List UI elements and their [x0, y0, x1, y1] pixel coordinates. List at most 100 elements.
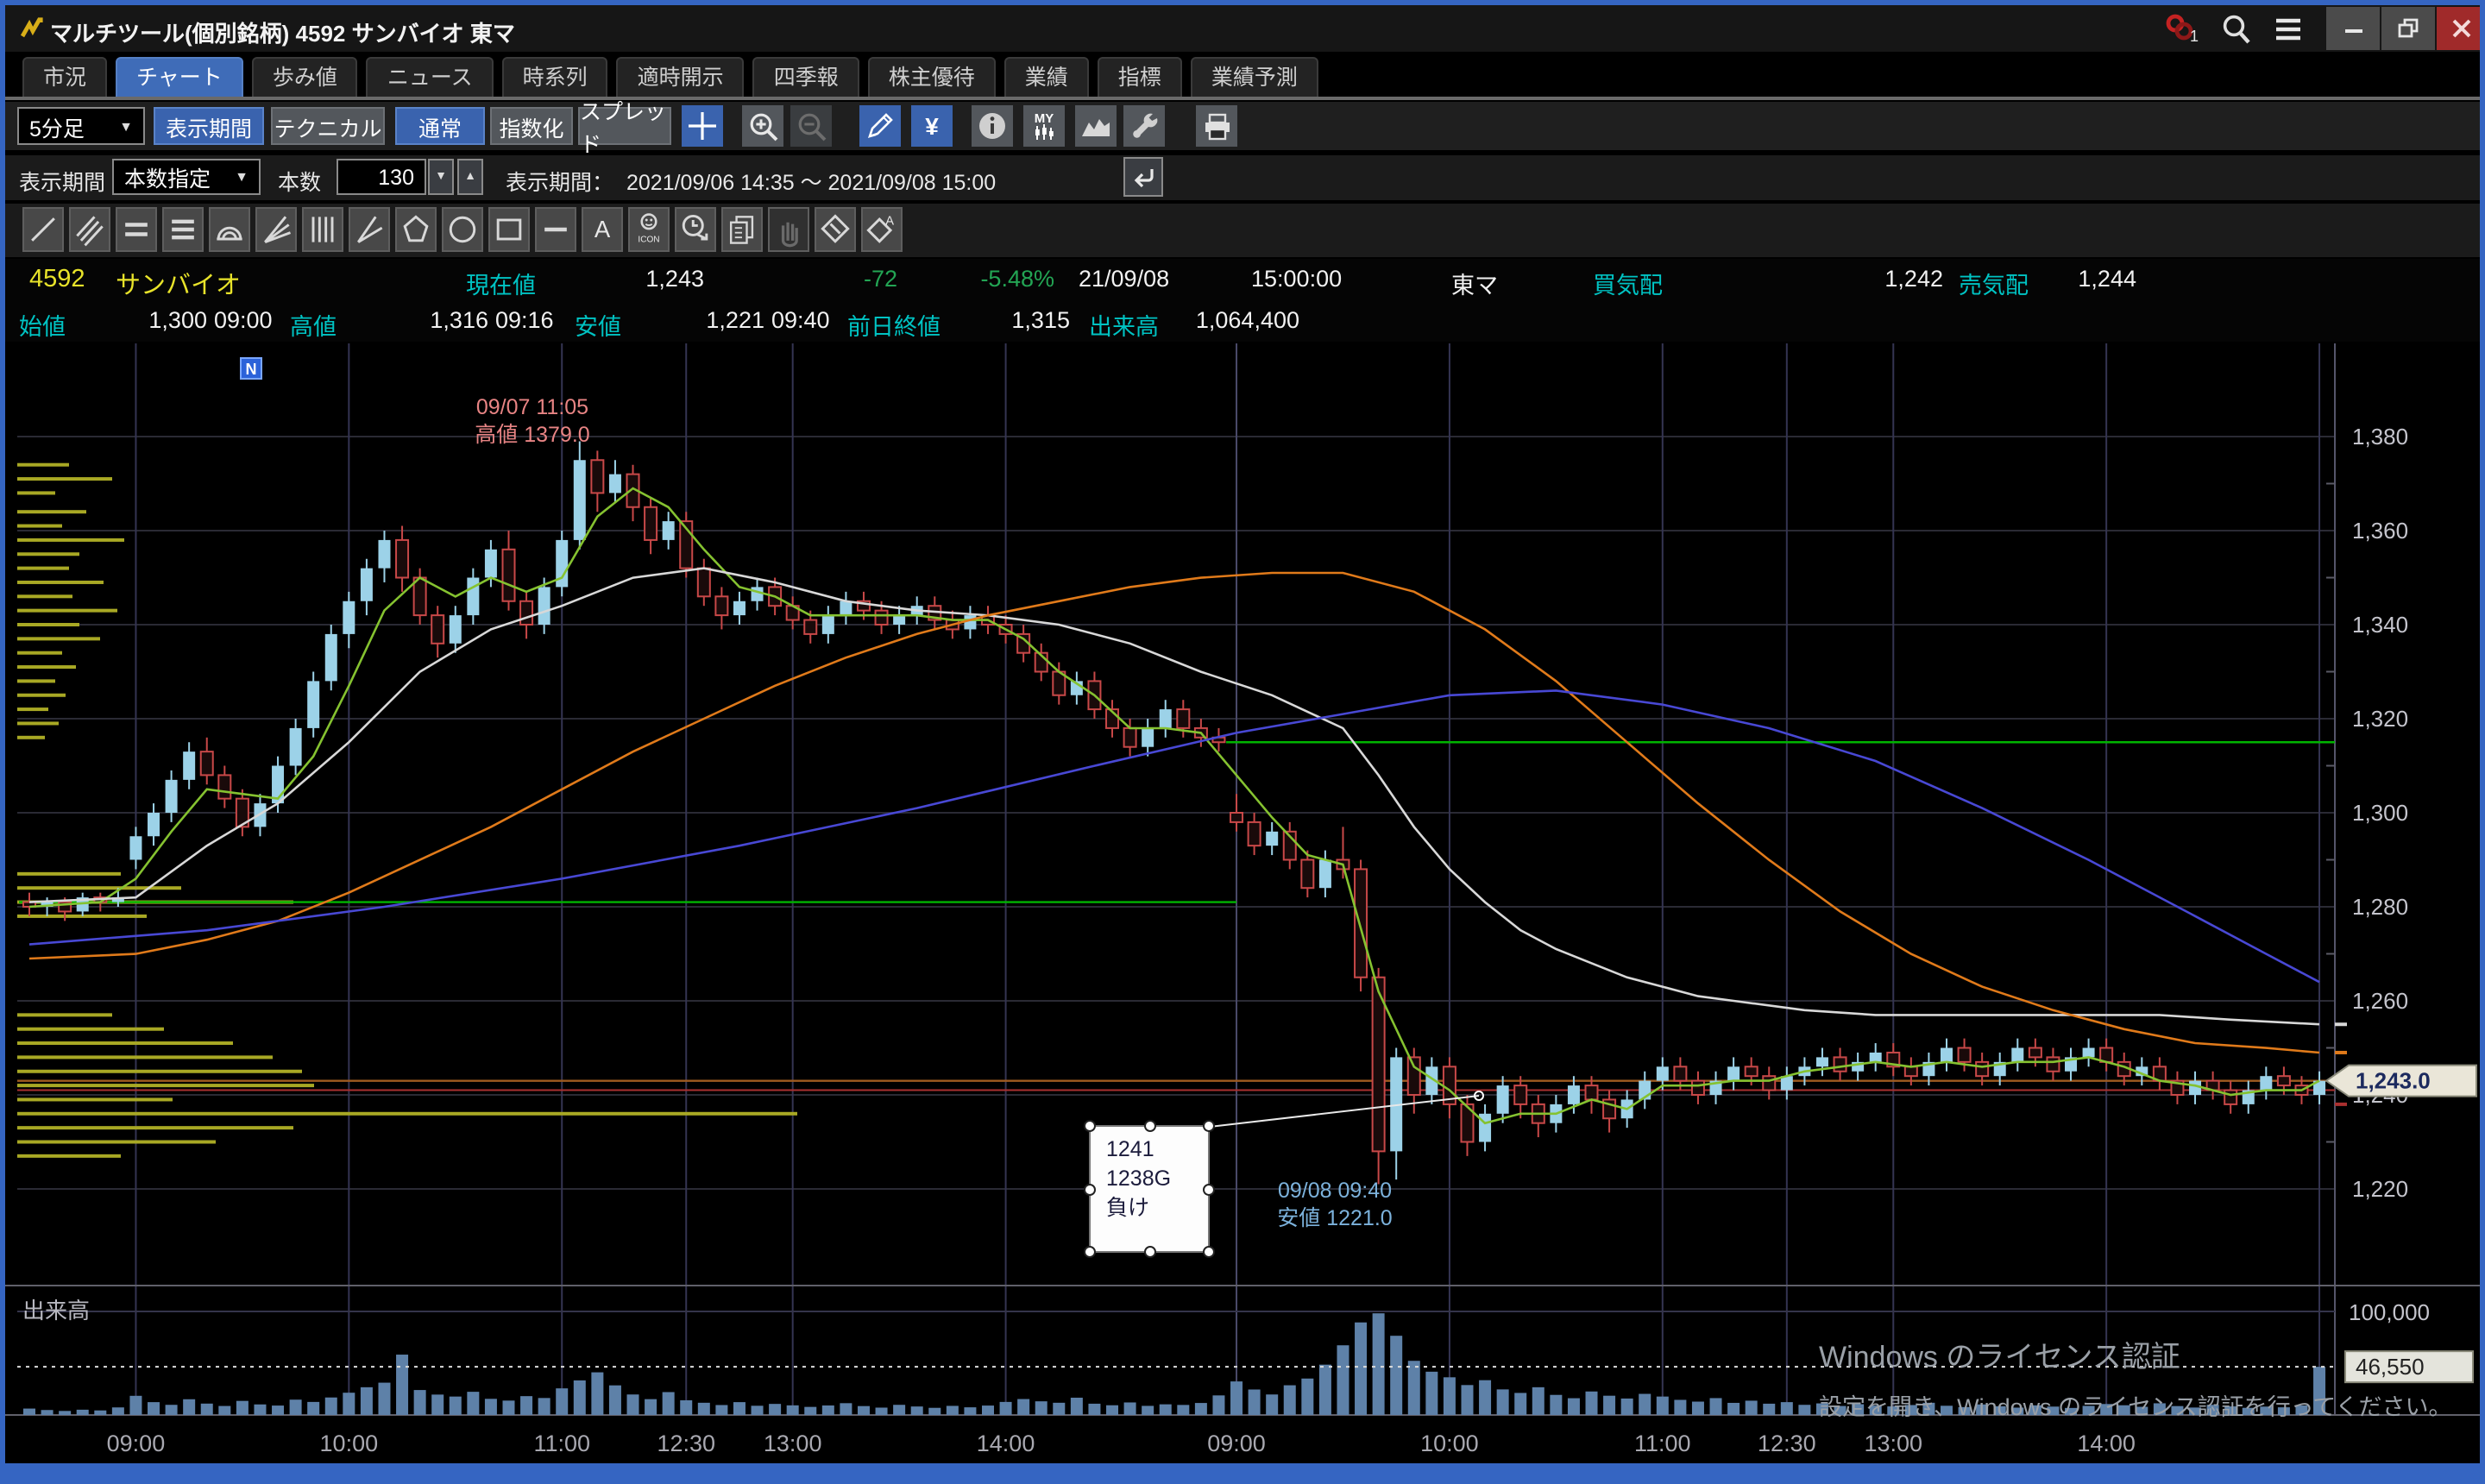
reset-period-button[interactable] [1123, 157, 1163, 197]
low-label: 安値 [575, 307, 621, 342]
svg-text:1,380: 1,380 [2352, 424, 2408, 450]
yen-axis-button[interactable]: ¥ [911, 105, 953, 147]
info-button[interactable] [972, 105, 1013, 147]
memo-handle[interactable] [1144, 1120, 1156, 1132]
interval-select[interactable]: 5分足 ▼ [17, 107, 145, 145]
tab-news[interactable]: ニュース [367, 57, 494, 97]
tab-earnings[interactable]: 業績 [1004, 57, 1089, 97]
restore-button[interactable] [2381, 7, 2435, 50]
count-mode-select[interactable]: 本数指定 ▼ [112, 159, 261, 195]
tab-divider [5, 97, 2480, 100]
rectangle-tool[interactable] [488, 207, 530, 252]
hand-tool[interactable] [768, 207, 809, 252]
svg-text:46,550: 46,550 [2356, 1354, 2425, 1380]
text-tool[interactable]: A [582, 207, 623, 252]
memo-line-1: 1241 [1106, 1135, 1208, 1165]
quote-time: 15:00:00 [1251, 266, 1342, 292]
minimize-button[interactable] [2326, 7, 2380, 50]
memo-handle[interactable] [1084, 1246, 1096, 1258]
memo-handle[interactable] [1144, 1246, 1156, 1258]
fibonacci-arcs-tool[interactable] [209, 207, 250, 252]
time-event-tool[interactable] [675, 207, 716, 252]
horizontal-line-tool[interactable] [535, 207, 576, 252]
total-volume: 1,064,400 [1136, 307, 1299, 333]
svg-text:12:30: 12:30 [1758, 1431, 1816, 1456]
svg-text:ICON: ICON [638, 236, 659, 245]
session-low-annotation: 09/08 09:40 安値 1221.0 [1210, 1177, 1460, 1232]
title-bar[interactable]: マルチツール(個別銘柄) 4592 サンバイオ 東マ 1 [5, 5, 2480, 52]
tab-timely-disclosure[interactable]: 適時開示 [617, 57, 745, 97]
count-input[interactable]: 130 [337, 159, 426, 195]
memo-handle[interactable] [1203, 1120, 1215, 1132]
news-marker[interactable]: N [240, 357, 262, 380]
count-decrement-button[interactable]: ▼ [428, 159, 454, 195]
period-bar: 表示期間 本数指定 ▼ 本数 130 ▼ ▲ 表示期間： 2021/09/06 … [5, 155, 2480, 200]
tab-indicators[interactable]: 指標 [1098, 57, 1182, 97]
memo-handle[interactable] [1203, 1184, 1215, 1196]
svg-text:13:00: 13:00 [1864, 1431, 1922, 1456]
svg-text:1,300: 1,300 [2352, 800, 2408, 826]
range-label: 表示期間： [506, 164, 613, 197]
memo-handle[interactable] [1084, 1184, 1096, 1196]
caret-down-icon: ▼ [235, 169, 248, 185]
drawing-toolbar: A ICON A [5, 204, 2480, 257]
tab-market-overview[interactable]: 市況 [22, 57, 107, 97]
parallel-lines-tool[interactable] [69, 207, 110, 252]
pentagon-tool[interactable] [395, 207, 437, 252]
ellipse-tool[interactable] [442, 207, 483, 252]
crosshair-button[interactable] [682, 105, 723, 147]
svg-text:1,360: 1,360 [2352, 518, 2408, 544]
vertical-lines-tool[interactable] [302, 207, 343, 252]
indexed-mode-button[interactable]: 指数化 [490, 107, 573, 145]
bid-price: 1,242 [1783, 266, 1943, 292]
price-change: -72 [764, 266, 897, 292]
memo-text-box[interactable]: 1241 1238G 負け [1089, 1125, 1210, 1253]
line-tool[interactable] [22, 207, 64, 252]
low-price: 1,221 [626, 307, 764, 333]
fan-lines-tool[interactable] [255, 207, 297, 252]
horizontal-lines-3-tool[interactable] [162, 207, 204, 252]
tab-time-series[interactable]: 時系列 [502, 57, 608, 97]
zoom-in-button[interactable] [742, 105, 783, 147]
memo-handle[interactable] [1203, 1246, 1215, 1258]
app-logo-icon [19, 16, 45, 41]
svg-text:A: A [885, 215, 894, 229]
zoom-out-button[interactable] [790, 105, 832, 147]
search-icon[interactable] [2219, 12, 2254, 47]
settings-wrench-button[interactable] [1123, 105, 1165, 147]
tab-shikiho[interactable]: 四季報 [753, 57, 859, 97]
copy-object-tool[interactable] [721, 207, 763, 252]
horizontal-lines-2-tool[interactable] [116, 207, 157, 252]
link-group-icon[interactable]: 1 [2162, 10, 2200, 47]
svg-text:1,260: 1,260 [2352, 988, 2408, 1014]
tab-shareholder-benefits[interactable]: 株主優待 [868, 57, 996, 97]
eraser-tool[interactable] [815, 207, 856, 252]
count-increment-button[interactable]: ▲ [457, 159, 483, 195]
my-chart-button[interactable]: MY [1023, 105, 1065, 147]
angle-lines-tool[interactable] [349, 207, 390, 252]
ma-longest [29, 690, 2319, 982]
draw-pencil-button[interactable] [859, 105, 901, 147]
display-period-button[interactable]: 表示期間 [154, 107, 264, 145]
normal-mode-button[interactable]: 通常 [395, 107, 485, 145]
svg-text:10:00: 10:00 [320, 1431, 379, 1456]
price-chart[interactable]: 1,3801,3601,3401,3201,3001,2801,2601,240… [5, 343, 2480, 1463]
quote-row-2: 始値 1,300 09:00 高値 1,316 09:16 安値 1,221 0… [5, 300, 2480, 342]
menu-icon[interactable] [2273, 16, 2304, 43]
close-button[interactable] [2437, 7, 2485, 50]
tab-earnings-forecast[interactable]: 業績予測 [1191, 57, 1318, 97]
stock-code: 4592 [29, 266, 85, 293]
chart-style-button[interactable] [1075, 105, 1117, 147]
eraser-all-tool[interactable]: A [861, 207, 903, 252]
technical-button[interactable]: テクニカル [271, 107, 385, 145]
icon-stamp-tool[interactable]: ICON [628, 207, 670, 252]
memo-handle[interactable] [1084, 1120, 1096, 1132]
tab-tick-data[interactable]: 歩み値 [252, 57, 358, 97]
prev-close-price: 1,315 [937, 307, 1070, 333]
svg-text:09:00: 09:00 [1207, 1431, 1266, 1456]
spread-mode-button[interactable]: スプレッド [578, 107, 671, 145]
svg-text:1,320: 1,320 [2352, 706, 2408, 732]
svg-text:14:00: 14:00 [977, 1431, 1035, 1456]
print-button[interactable] [1196, 105, 1237, 147]
tab-chart[interactable]: チャート [116, 57, 243, 97]
